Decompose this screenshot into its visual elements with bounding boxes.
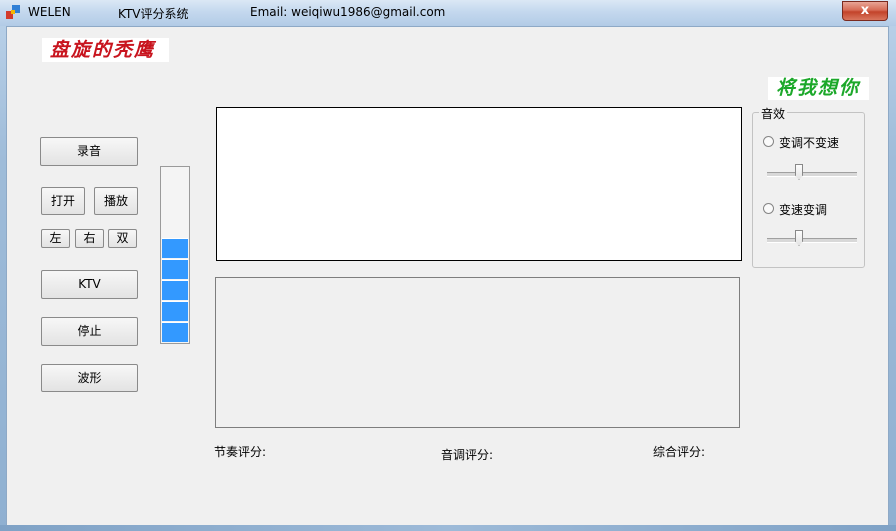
left-channel-button[interactable]: 左 bbox=[41, 229, 70, 248]
taskbar-strip bbox=[0, 525, 896, 531]
ktv-button[interactable]: KTV bbox=[41, 270, 138, 299]
speed-pitch-slider-thumb[interactable] bbox=[795, 230, 803, 246]
pitch-only-slider-thumb[interactable] bbox=[795, 164, 803, 180]
pitch-score-label: 音调评分: bbox=[441, 448, 494, 462]
level-meter-segment bbox=[162, 301, 188, 321]
speed-pitch-radio[interactable] bbox=[763, 203, 774, 214]
level-meter bbox=[160, 166, 190, 344]
level-meter-segment bbox=[162, 322, 188, 342]
level-meter-segment bbox=[162, 259, 188, 279]
effects-group: 音效 变调不变速 变速变调 bbox=[752, 105, 865, 268]
close-icon: x bbox=[860, 3, 870, 18]
window-title-app: WELEN bbox=[28, 5, 71, 19]
overall-score-label: 综合评分: bbox=[653, 445, 706, 459]
speed-pitch-label: 变速变调 bbox=[779, 203, 828, 217]
stop-button[interactable]: 停止 bbox=[41, 317, 138, 346]
pitch-only-radio[interactable] bbox=[763, 136, 774, 147]
effects-group-label: 音效 bbox=[759, 105, 788, 122]
pitch-only-label: 变调不变速 bbox=[779, 136, 840, 150]
level-meter-segment bbox=[162, 238, 188, 258]
rhythm-score-label: 节奏评分: bbox=[214, 445, 267, 459]
waveform-display-panel bbox=[215, 277, 740, 428]
speed-pitch-slider-track[interactable] bbox=[767, 238, 857, 243]
window-title-name: KTV评分系统 bbox=[118, 7, 189, 21]
both-channel-button[interactable]: 双 bbox=[108, 229, 137, 248]
lyrics-display-panel bbox=[216, 107, 742, 261]
waveform-button[interactable]: 波形 bbox=[41, 364, 138, 392]
app-window: WELEN KTV评分系统 Email: weiqiwu1986@gmail.c… bbox=[0, 0, 896, 531]
right-banner: 将我想你 bbox=[768, 77, 869, 100]
close-button[interactable]: x bbox=[842, 1, 888, 21]
record-button[interactable]: 录音 bbox=[40, 137, 138, 166]
open-button[interactable]: 打开 bbox=[41, 187, 85, 215]
title-bar[interactable]: WELEN KTV评分系统 Email: weiqiwu1986@gmail.c… bbox=[0, 0, 896, 26]
client-area: 盘旋的秃鹰 将我想你 录音 打开 播放 左 右 双 KTV 停止 波形 音效 变… bbox=[6, 26, 889, 527]
window-title-email: Email: weiqiwu1986@gmail.com bbox=[250, 5, 446, 19]
level-meter-segment bbox=[162, 280, 188, 300]
play-button[interactable]: 播放 bbox=[94, 187, 138, 215]
left-banner: 盘旋的秃鹰 bbox=[42, 38, 169, 62]
app-icon bbox=[6, 5, 20, 19]
pitch-only-slider-track[interactable] bbox=[767, 172, 857, 177]
right-channel-button[interactable]: 右 bbox=[75, 229, 104, 248]
